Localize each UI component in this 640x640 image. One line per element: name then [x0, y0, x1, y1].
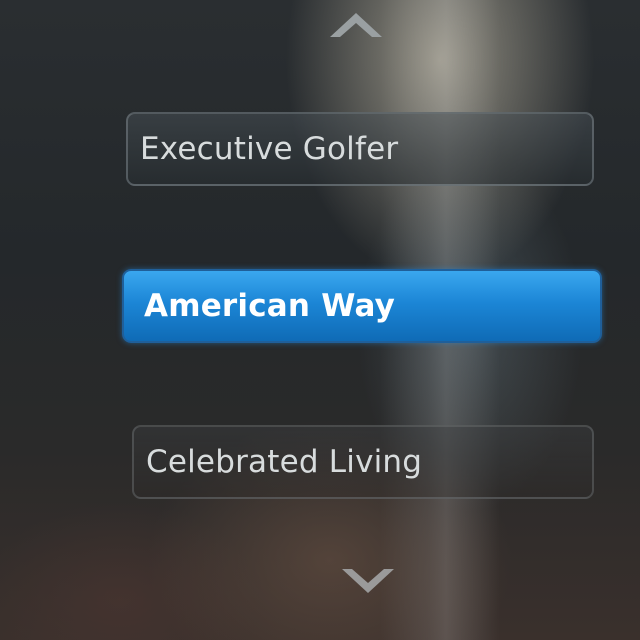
menu-item-american-way[interactable]: American Way	[122, 269, 602, 343]
seatback-screen: Executive Golfer American Way Celebrated…	[0, 0, 640, 640]
menu-item-label: Celebrated Living	[146, 444, 423, 480]
menu-item-executive-golfer[interactable]: Executive Golfer	[126, 112, 594, 186]
chevron-up-icon	[330, 13, 382, 37]
menu-item-celebrated-living[interactable]: Celebrated Living	[132, 425, 594, 499]
scroll-up-button[interactable]	[326, 4, 386, 44]
menu-item-label: Executive Golfer	[140, 131, 399, 167]
chevron-down-icon	[342, 569, 394, 593]
scroll-down-button[interactable]	[338, 560, 398, 600]
menu-item-label: American Way	[144, 288, 396, 324]
